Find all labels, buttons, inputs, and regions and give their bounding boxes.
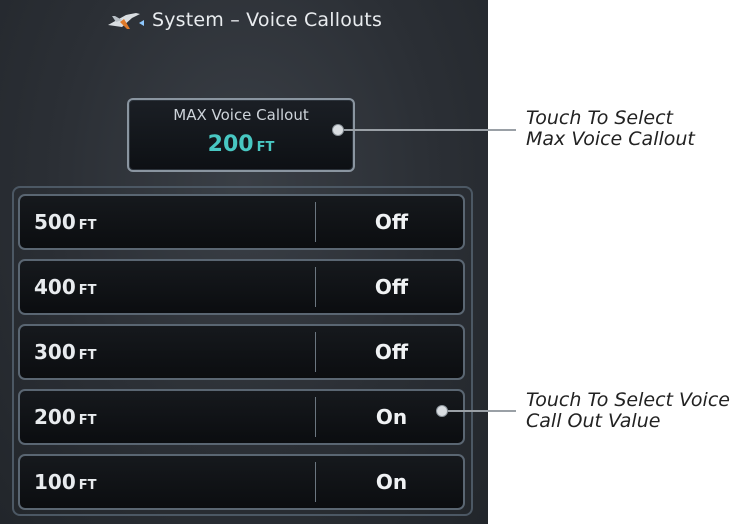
max-voice-callout-button[interactable]: MAX Voice Callout 200 FT	[127, 98, 355, 172]
max-voice-callout-label: MAX Voice Callout	[173, 106, 309, 124]
callout-altitude: 500 FT	[34, 210, 97, 234]
avionics-screen: System – Voice Callouts MAX Voice Callou…	[0, 0, 488, 524]
callout-state-toggle[interactable]: Off	[316, 261, 467, 313]
callout-altitude: 400 FT	[34, 275, 97, 299]
max-voice-callout-value: 200 FT	[207, 132, 275, 157]
leader-line	[448, 410, 516, 412]
airplane-system-icon	[107, 13, 144, 29]
callout-altitude: 300 FT	[34, 340, 97, 364]
page-title: System – Voice Callouts	[151, 9, 383, 31]
callout-state-toggle[interactable]: On	[316, 391, 467, 443]
annotation-max-voice-callout: Touch To Select Max Voice Callout	[526, 107, 695, 150]
callout-altitude: 100 FT	[34, 470, 97, 494]
callout-row-500[interactable]: 500 FT Off	[18, 194, 465, 250]
callout-pointer-dot	[332, 124, 344, 136]
callout-row-100[interactable]: 100 FT On	[18, 454, 465, 510]
callout-state-toggle[interactable]: On	[316, 456, 467, 508]
callout-row-200[interactable]: 200 FT On	[18, 389, 465, 445]
title-bar: System – Voice Callouts	[0, 0, 488, 40]
leader-line	[344, 129, 516, 131]
callout-altitude: 200 FT	[34, 405, 97, 429]
annotation-callout-value: Touch To Select Voice Call Out Value	[526, 389, 730, 432]
callout-state-toggle[interactable]: Off	[316, 326, 467, 378]
callout-pointer-dot	[436, 405, 448, 417]
callout-state-toggle[interactable]: Off	[316, 196, 467, 248]
callout-row-300[interactable]: 300 FT Off	[18, 324, 465, 380]
callout-row-400[interactable]: 400 FT Off	[18, 259, 465, 315]
